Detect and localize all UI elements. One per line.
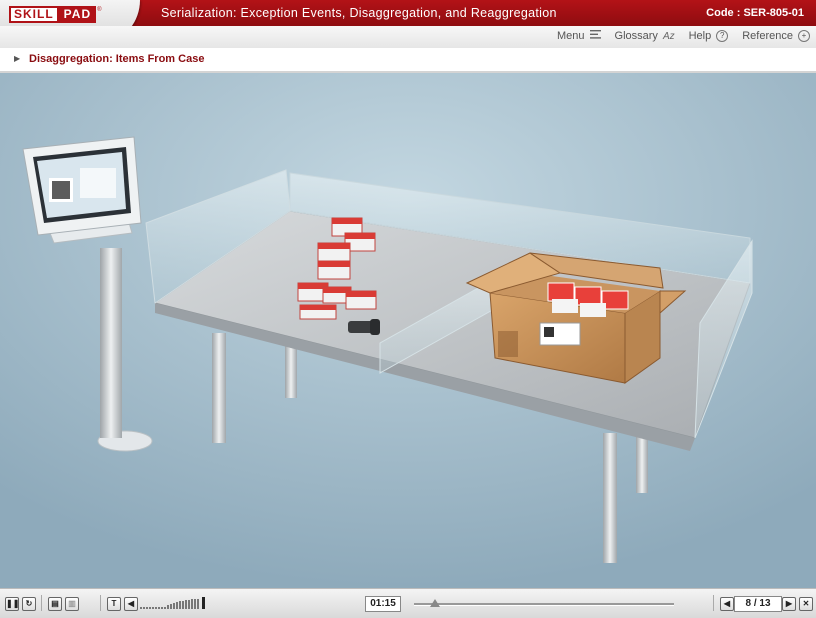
course-title: Serialization: Exception Events, Disaggr… xyxy=(161,6,557,20)
notes-button[interactable]: ▤ xyxy=(48,597,62,611)
progress-thumb[interactable] xyxy=(429,599,440,607)
resources-button[interactable]: ▥ xyxy=(65,597,79,611)
logo-pad: PAD xyxy=(58,6,97,23)
chevron-right-icon: ▶ xyxy=(785,599,793,608)
course-code-label: Code : xyxy=(706,7,741,19)
elapsed-time: 01:15 xyxy=(365,596,401,612)
page-disabled-icon: ▥ xyxy=(68,599,76,608)
next-page-button[interactable]: ▶ xyxy=(782,597,796,611)
page-counter: 8 / 13 xyxy=(734,596,782,612)
nav-row: Menu Glossary Az Help ? Reference + xyxy=(0,26,816,48)
menu-label: Menu xyxy=(557,30,585,42)
pause-icon: ❚❚ xyxy=(6,599,20,608)
glossary-label: Glossary xyxy=(614,30,658,42)
glossary-button[interactable]: Glossary Az xyxy=(615,30,675,42)
player-controls: ❚❚ ↻ ▤ ▥ T ◀ 01:15 ◀ 8 / 13 ▶ ✕ xyxy=(0,588,816,618)
separator xyxy=(100,595,101,611)
logo-trademark: ® xyxy=(97,7,102,13)
total-pages: 13 xyxy=(759,598,771,609)
logo-skill: SKILL xyxy=(9,6,59,23)
topic-arrow-icon: ▶ xyxy=(14,54,21,63)
volume-button[interactable]: ◀ xyxy=(124,597,138,611)
page-icon: ▤ xyxy=(51,599,59,608)
prev-page-button[interactable]: ◀ xyxy=(720,597,734,611)
course-code-value: SER-805-01 xyxy=(743,7,804,19)
current-page: 8 xyxy=(745,598,752,609)
plus-circle-icon: + xyxy=(798,30,810,42)
chevron-left-icon: ◀ xyxy=(723,599,731,608)
help-button[interactable]: Help ? xyxy=(689,30,729,42)
close-button[interactable]: ✕ xyxy=(799,597,813,611)
menu-lines-icon xyxy=(589,30,601,42)
scene-illustration xyxy=(0,73,816,588)
transcript-button[interactable]: T xyxy=(107,597,121,611)
separator xyxy=(41,595,42,611)
speaker-icon: ◀ xyxy=(127,599,135,608)
progress-track[interactable] xyxy=(414,603,674,606)
pause-button[interactable]: ❚❚ xyxy=(5,597,19,611)
transcript-icon: T xyxy=(111,599,117,608)
replay-icon: ↻ xyxy=(25,599,33,608)
menu-button[interactable]: Menu xyxy=(557,30,601,42)
course-code: Code : SER-805-01 xyxy=(706,7,804,19)
topic-title: Disaggregation: Items From Case xyxy=(29,53,205,65)
glossary-az-icon: Az xyxy=(662,30,675,42)
separator xyxy=(713,595,714,611)
page-separator: / xyxy=(753,598,757,609)
help-circle-icon: ? xyxy=(716,30,729,42)
reference-button[interactable]: Reference + xyxy=(742,30,810,42)
volume-slider[interactable] xyxy=(140,597,205,609)
warehouse-scene xyxy=(0,73,816,588)
barcode-scanner xyxy=(348,319,380,335)
reference-label: Reference xyxy=(742,30,793,42)
replay-button[interactable]: ↻ xyxy=(22,597,36,611)
help-label: Help xyxy=(688,30,712,42)
skillpad-logo: SKILL PAD ® xyxy=(9,6,102,23)
topic-bar: ▶ Disaggregation: Items From Case xyxy=(0,48,816,73)
close-icon: ✕ xyxy=(802,599,810,608)
